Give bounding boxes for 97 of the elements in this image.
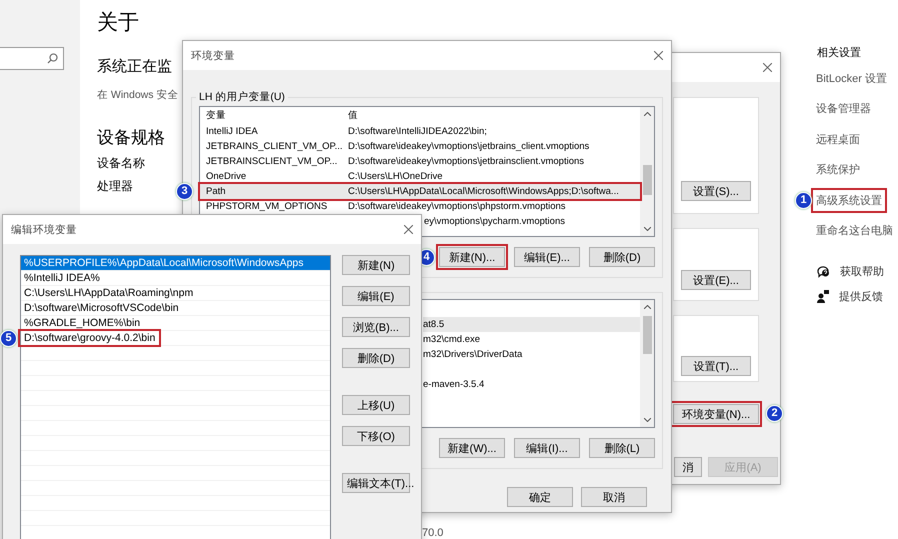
dialog-button[interactable]: 编辑(I)... bbox=[514, 438, 580, 458]
table-cell: m32\Drivers\DriverData bbox=[423, 349, 522, 360]
scroll-thumb[interactable] bbox=[642, 316, 652, 354]
table-row[interactable]: IntelliJ IDEA D:\software\IntelliJIDEA2022\bin; bbox=[200, 124, 640, 139]
table-cell-text: D:\software\IntelliJIDEA2022\bin; bbox=[347, 126, 488, 137]
dialog-button[interactable]: 下移(O) bbox=[342, 426, 410, 446]
dialog-button[interactable]: 浏览(B)... bbox=[342, 317, 410, 337]
search-icon bbox=[47, 53, 58, 64]
column-header[interactable]: 变量 bbox=[200, 109, 342, 122]
table-cell-text: C:\Users\LH\AppData\Local\Microsoft\WindowsApps;D:\softwa... bbox=[347, 186, 620, 197]
page-title: 关于 bbox=[97, 10, 139, 36]
feedback-icon bbox=[817, 290, 829, 303]
dialog-button[interactable]: 编辑(E) bbox=[342, 286, 410, 306]
table-row[interactable]: ey\vmoptions\pycharm.vmoptions bbox=[423, 214, 640, 229]
list-item[interactable]: C:\Users\LH\AppData\Roaming\npm bbox=[21, 286, 330, 301]
step-badge: 5 bbox=[0, 330, 17, 347]
table-cell-text: D:\software\ideakey\vmoptions\jetbrains_client.vmoptions bbox=[347, 141, 590, 152]
scroll-down-icon[interactable] bbox=[644, 418, 650, 422]
table-cell-text: JETBRAINS_CLIENT_VM_OP... bbox=[205, 141, 342, 152]
group-label: LH 的用户变量(U) bbox=[196, 90, 288, 104]
spec-value: 70.0 bbox=[421, 527, 444, 539]
table-row[interactable]: JETBRAINS_CLIENT_VM_OP... D:\software\ideakey\vmoptions\jetbrains_client.vmoptions bbox=[200, 139, 640, 154]
settings-button[interactable]: 设置(E)... bbox=[681, 270, 751, 290]
settings-link[interactable]: 系统保护 bbox=[814, 160, 862, 180]
help-icon bbox=[817, 266, 830, 278]
env-vars-button[interactable]: 环境变量(N)... bbox=[673, 404, 759, 424]
entry-text: %IntelliJ IDEA% bbox=[23, 272, 101, 284]
column-header[interactable]: 值 bbox=[342, 109, 640, 122]
table-row[interactable]: PHPSTORM_VM_OPTIONS D:\software\ideakey\vmoptions\phpstorm.vmoptions bbox=[200, 199, 640, 214]
dialog-button[interactable]: 新建(N) bbox=[342, 255, 410, 275]
settings-link[interactable]: 远程桌面 bbox=[814, 130, 862, 149]
settings-link[interactable]: 重命名这台电脑 bbox=[814, 221, 895, 240]
table-cell-text: JETBRAINSCLIENT_VM_OP... bbox=[205, 156, 338, 167]
dialog-button[interactable]: 新建(N)... bbox=[439, 247, 505, 267]
close-icon[interactable] bbox=[763, 63, 772, 72]
entry-text: D:\software\MicrosoftVSCode\bin bbox=[23, 302, 180, 314]
table-cell-text: C:\Users\LH\OneDrive bbox=[347, 171, 444, 182]
table-cell: at8.5 bbox=[423, 319, 444, 330]
scroll-up-icon[interactable] bbox=[644, 305, 650, 309]
close-icon[interactable] bbox=[654, 51, 663, 60]
scroll-thumb[interactable] bbox=[642, 165, 652, 195]
status-text: 在 Windows 安全 bbox=[97, 88, 178, 102]
dialog-button[interactable]: 取消 bbox=[581, 487, 647, 507]
step-badge: 1 bbox=[795, 192, 812, 209]
dialog-button[interactable]: 新建(W)... bbox=[439, 438, 505, 458]
table-cell-text: D:\software\ideakey\vmoptions\phpstorm.vmoptions bbox=[347, 201, 567, 212]
list-item[interactable]: D:\software\MicrosoftVSCode\bin bbox=[21, 301, 330, 316]
support-link[interactable]: 获取帮助 bbox=[840, 264, 884, 279]
spec-label: 设备名称 bbox=[97, 155, 145, 172]
settings-link[interactable]: BitLocker 设置 bbox=[814, 68, 889, 88]
table-row[interactable]: OneDrive C:\Users\LH\OneDrive bbox=[200, 169, 640, 184]
table-cell: ey\vmoptions\pycharm.vmoptions bbox=[423, 216, 565, 227]
table-row[interactable]: e-maven-3.5.4 bbox=[423, 377, 640, 392]
table-row[interactable]: m32\Drivers\DriverData bbox=[423, 347, 640, 362]
settings-link[interactable]: 高级系统设置 bbox=[814, 190, 884, 210]
scrollbar[interactable] bbox=[640, 300, 654, 427]
section-heading: 设备规格 bbox=[97, 127, 165, 149]
table-cell-text: OneDrive bbox=[205, 171, 248, 182]
spec-label: 处理器 bbox=[97, 178, 133, 195]
step-badge: 2 bbox=[766, 405, 783, 422]
dialog-button[interactable]: 上移(U) bbox=[342, 395, 410, 415]
window-title: 编辑环境变量 bbox=[11, 222, 77, 236]
dialog-button[interactable]: 删除(L) bbox=[589, 438, 655, 458]
table-cell-text: IntelliJ IDEA bbox=[205, 126, 259, 137]
list-item[interactable]: %IntelliJ IDEA% bbox=[21, 271, 330, 286]
section-heading: 相关设置 bbox=[817, 46, 862, 61]
dialog-button[interactable]: 删除(D) bbox=[589, 247, 655, 267]
step-badge: 3 bbox=[176, 183, 193, 200]
table-row[interactable]: JETBRAINSCLIENT_VM_OP... D:\software\ideakey\vmoptions\jetbrainsclient.vmoptions bbox=[200, 154, 640, 169]
scroll-down-icon[interactable] bbox=[644, 227, 650, 231]
table-cell: m32\cmd.exe bbox=[423, 334, 480, 345]
dialog-button[interactable]: 删除(D) bbox=[342, 348, 410, 368]
close-icon[interactable] bbox=[404, 225, 413, 234]
dialog-button[interactable]: 消 bbox=[674, 457, 702, 477]
list-item[interactable]: %USERPROFILE%\AppData\Local\Microsoft\WindowsApps bbox=[21, 256, 330, 271]
table-cell-text: PHPSTORM_VM_OPTIONS bbox=[205, 201, 328, 212]
support-link[interactable]: 提供反馈 bbox=[839, 289, 883, 304]
scroll-up-icon[interactable] bbox=[644, 112, 650, 116]
entry-text: D:\software\groovy-4.0.2\bin bbox=[21, 332, 158, 344]
entry-text: %USERPROFILE%\AppData\Local\Microsoft\WindowsApps bbox=[23, 257, 305, 269]
table-row[interactable]: m32\cmd.exe bbox=[423, 332, 640, 347]
table-cell-text: Path bbox=[205, 186, 227, 197]
settings-button[interactable]: 设置(T)... bbox=[681, 356, 751, 376]
settings-link[interactable]: 设备管理器 bbox=[814, 99, 873, 118]
status-heading: 系统正在监 bbox=[97, 57, 172, 76]
table-cell-text: D:\software\ideakey\vmoptions\jetbrainsclient.vmoptions bbox=[347, 156, 586, 167]
entry-text: C:\Users\LH\AppData\Roaming\npm bbox=[23, 287, 194, 299]
dialog-button[interactable]: 编辑(E)... bbox=[514, 247, 580, 267]
table-row[interactable]: at8.5 bbox=[423, 317, 640, 332]
dialog-button[interactable]: 确定 bbox=[507, 487, 573, 507]
table-cell: e-maven-3.5.4 bbox=[423, 379, 484, 390]
window-title: 环境变量 bbox=[191, 48, 235, 62]
settings-button[interactable]: 设置(S)... bbox=[681, 181, 751, 201]
list-item[interactable]: %GRADLE_HOME%\bin bbox=[21, 316, 330, 331]
scrollbar[interactable] bbox=[640, 107, 654, 236]
entry-text: %GRADLE_HOME%\bin bbox=[23, 317, 142, 329]
search-field[interactable] bbox=[0, 47, 64, 70]
